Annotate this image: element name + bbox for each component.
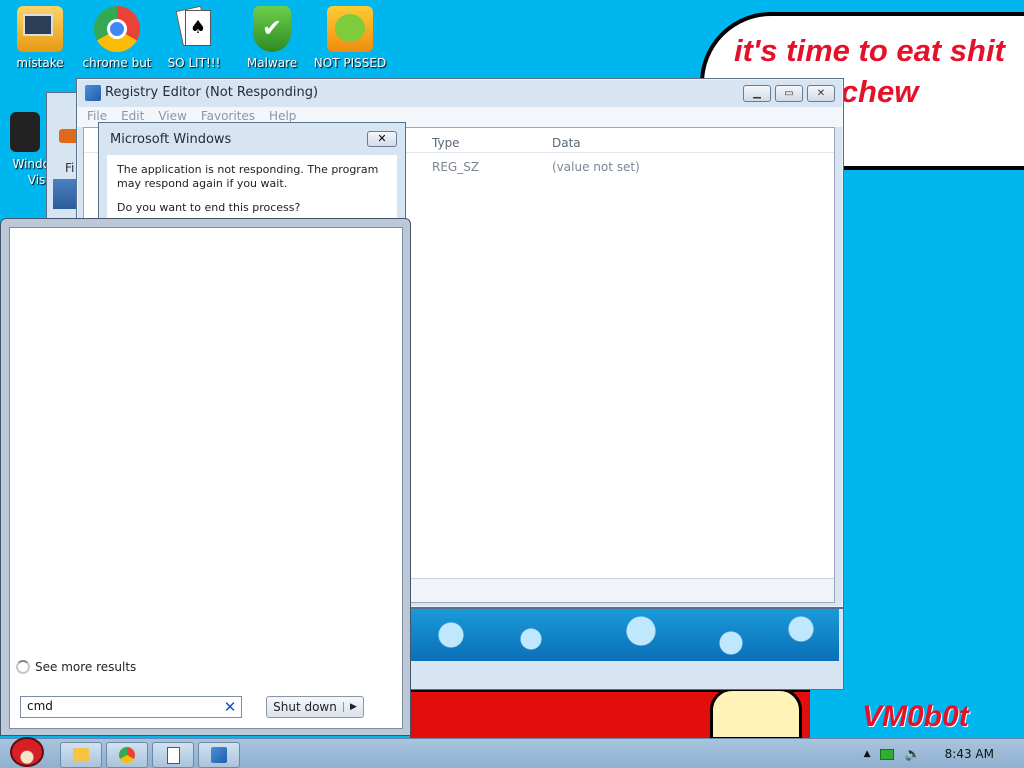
bad-piggies-icon xyxy=(327,6,373,52)
desktop-icon-label: chrome but xyxy=(82,56,152,70)
wallpaper-cream-shape xyxy=(710,688,802,740)
value-data[interactable]: (value not set) xyxy=(552,160,640,174)
start-search-input[interactable]: cmd xyxy=(20,696,242,718)
chrome-icon xyxy=(119,747,135,763)
solitaire-cards-icon: ♠ xyxy=(171,5,217,52)
registry-icon xyxy=(85,85,101,101)
dialog-close-button[interactable]: ✕ xyxy=(367,131,397,147)
show-hidden-icons-chevron-icon[interactable]: ▲ xyxy=(864,749,871,759)
network-icon[interactable] xyxy=(880,748,895,760)
bin-icon xyxy=(10,112,40,152)
desktop-icon-so-lit[interactable]: ♠ SO LIT!!! xyxy=(156,5,232,70)
close-icon: ✕ xyxy=(816,88,826,99)
shut-down-label: Shut down xyxy=(273,700,337,714)
taskbar-registry-button[interactable] xyxy=(198,742,240,768)
desktop-icon-label: Windo Vist xyxy=(12,157,51,187)
not-responding-dialog[interactable]: Microsoft Windows ✕ The application is n… xyxy=(98,122,406,232)
explorer-icon xyxy=(73,748,89,762)
chrome-icon xyxy=(94,6,140,52)
value-type[interactable]: REG_SZ xyxy=(432,160,479,174)
window-title: Registry Editor (Not Responding) xyxy=(105,85,319,100)
clock[interactable]: 8:43 AM xyxy=(945,747,994,761)
dialog-message: The application is not responding. The p… xyxy=(117,163,379,190)
registry-editor-titlebar[interactable]: Registry Editor (Not Responding) ▁ ▭ ✕ xyxy=(77,79,843,107)
desktop-icon-mistake[interactable]: mistake xyxy=(2,6,78,70)
background-window-menu[interactable]: Fi xyxy=(65,161,74,175)
column-header-type[interactable]: Type xyxy=(432,136,460,150)
dialog-question: Do you want to end this process? xyxy=(117,201,301,214)
taskbar-solitaire-button[interactable] xyxy=(152,742,194,768)
desktop-icon-malware[interactable]: ✔ Malware xyxy=(234,6,310,70)
dialog-title: Microsoft Windows xyxy=(110,132,232,147)
maximize-icon: ▭ xyxy=(784,88,794,99)
monitor-warning-icon xyxy=(17,6,63,52)
column-header-data[interactable]: Data xyxy=(552,136,581,150)
bubbles-banner xyxy=(411,609,839,661)
start-button[interactable] xyxy=(6,731,46,768)
shut-down-button[interactable]: Shut down ▶ xyxy=(266,696,364,718)
close-button[interactable]: ✕ xyxy=(807,85,835,102)
see-more-results-link[interactable]: See more results xyxy=(16,660,136,674)
desktop-icon-chrome-but[interactable]: chrome but xyxy=(79,6,155,70)
registry-icon xyxy=(211,747,227,763)
close-icon: ✕ xyxy=(377,132,387,145)
volume-icon[interactable]: 🔈 xyxy=(904,747,920,762)
desktop-icon-label: mistake xyxy=(16,56,64,70)
system-tray: ▲ 🔈 8:43 AM xyxy=(864,739,1024,768)
taskbar-explorer-button[interactable] xyxy=(60,742,102,768)
clear-search-button[interactable]: ✕ xyxy=(221,698,239,716)
background-window-strip[interactable] xyxy=(410,608,844,690)
desktop-icon-label: Malware xyxy=(246,56,298,70)
desktop-icon-label: SO LIT!!! xyxy=(167,56,221,70)
clear-icon: ✕ xyxy=(223,698,237,716)
taskbar-chrome-button[interactable] xyxy=(106,742,148,768)
desktop-icon-windows-vista[interactable]: Windo Vist xyxy=(0,112,50,188)
start-menu-results-pane[interactable] xyxy=(9,227,403,729)
taskbar: ▲ 🔈 8:43 AM xyxy=(0,737,1024,768)
shut-down-options-arrow-icon[interactable]: ▶ xyxy=(343,702,363,712)
minimize-button[interactable]: ▁ xyxy=(743,85,771,102)
wallpaper-signature: VM0b0t xyxy=(862,700,969,733)
angry-bird-start-icon xyxy=(10,737,44,767)
loading-spinner-icon xyxy=(16,660,30,674)
solitaire-icon xyxy=(166,746,180,764)
start-menu[interactable] xyxy=(0,218,411,736)
desktop-icon-not-pissed[interactable]: NOT PISSED xyxy=(312,6,388,70)
shield-check-icon: ✔ xyxy=(253,6,291,52)
minimize-icon: ▁ xyxy=(753,88,761,99)
maximize-button[interactable]: ▭ xyxy=(775,85,803,102)
see-more-label: See more results xyxy=(35,660,137,674)
desktop-icon-label: NOT PISSED xyxy=(313,56,387,70)
